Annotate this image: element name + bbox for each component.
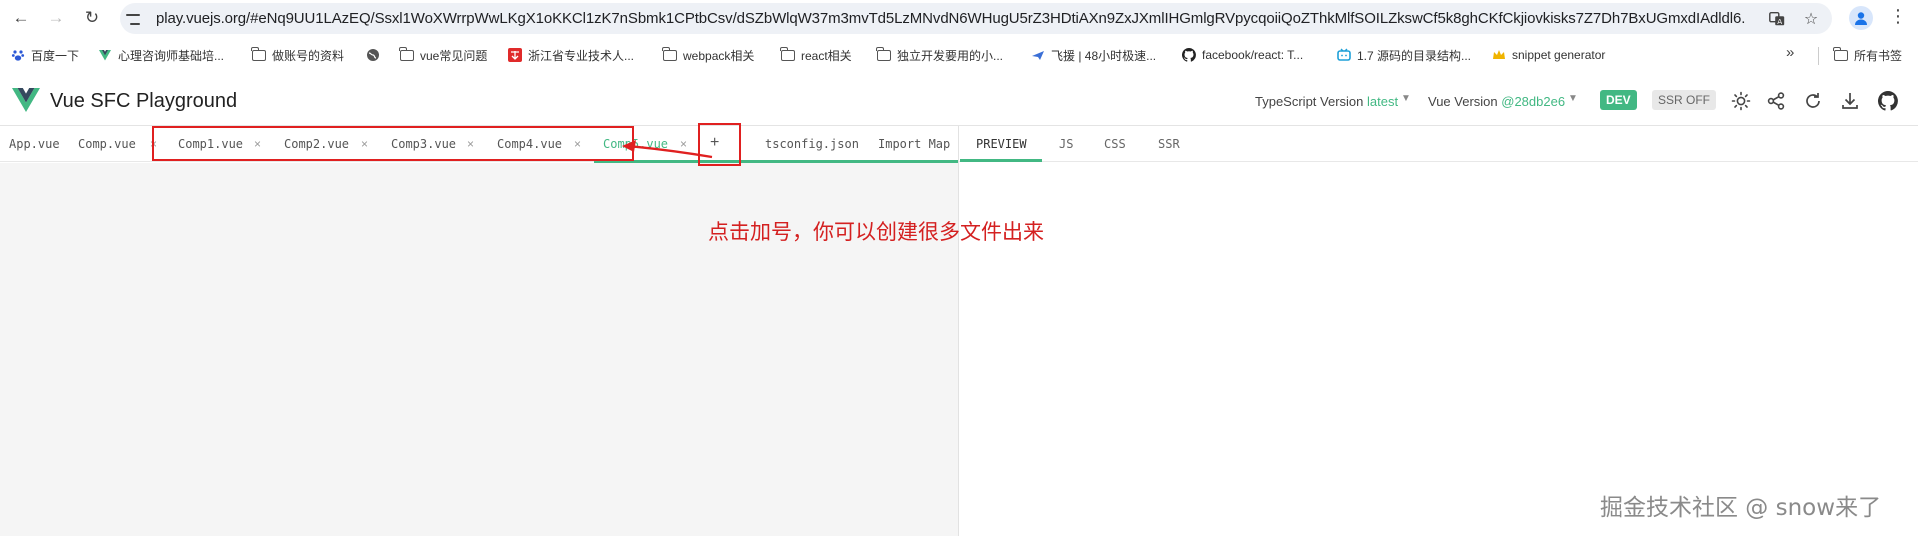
vue-logo-icon [12,88,40,112]
bookmark-label: 浙江省专业技术人... [528,48,635,63]
app-header: Vue SFC Playground TypeScript Version la… [0,76,1918,126]
bookmark-label: 1.7 源码的目录结构... [1357,48,1472,63]
bookmark-item[interactable]: 心理咨询师基础培... [98,45,224,65]
bookmark-label: vue常见问题 [420,48,488,63]
vue-version-select[interactable]: Vue Version @28db2e6 [1428,94,1565,109]
site-settings-icon[interactable] [126,10,144,28]
theme-sun-icon[interactable] [1729,89,1753,113]
bookmark-item[interactable]: facebook/react: T... [1182,45,1303,65]
typescript-version-select[interactable]: TypeScript Version latest [1255,94,1398,109]
profile-avatar-icon[interactable] [1849,6,1873,30]
github-icon [1182,48,1196,62]
red-badge-icon [508,48,522,62]
bookmark-item[interactable]: 百度一下 [11,45,79,65]
bookmark-item[interactable]: 浙江省专业技术人... [508,45,634,65]
browser-menu-icon[interactable]: ⋮ [1888,6,1908,30]
address-bar[interactable]: play.vuejs.org/#eNq9UU1LAzEQ/Ssxl1WoXWrr… [120,3,1832,34]
all-bookmarks[interactable]: 所有书签 [1833,45,1903,65]
folder-icon [1833,46,1848,62]
bookmark-item[interactable]: snippet generator [1492,45,1605,65]
bookmark-item[interactable]: 飞援 | 48小时极速... [1031,45,1156,65]
dev-toggle[interactable]: DEV [1600,90,1637,110]
tsconfig-tab[interactable]: tsconfig.json [765,137,859,151]
reload-icon[interactable]: ↻ [79,5,105,31]
download-icon[interactable] [1838,89,1862,113]
bookmark-item[interactable] [366,45,386,65]
bookmarks-divider [1818,47,1819,65]
paw-icon [11,48,25,62]
share-icon[interactable] [1764,89,1788,113]
annotation-tabs-box [152,126,634,161]
folder-icon [780,46,795,62]
ts-version-value: latest [1367,94,1399,109]
annotation-text: 点击加号，你可以创建很多文件出来 [708,220,1044,244]
bookmark-label: 百度一下 [31,48,80,63]
ssr-toggle[interactable]: SSR OFF [1652,90,1717,110]
bookmark-label: 飞援 | 48小时极速... [1051,48,1157,63]
more-bookmarks-icon[interactable]: » [1786,44,1794,61]
vue-version-label: Vue Version [1428,94,1498,109]
bookmark-item[interactable]: 独立开发要用的小... [876,45,1004,65]
bookmark-item[interactable]: 做账号的资料 [251,45,345,65]
bookmark-label: snippet generator [1512,48,1606,62]
vue-version-value: @28db2e6 [1501,94,1566,109]
forward-arrow-icon[interactable]: → [43,5,69,31]
plane-icon [1031,48,1045,62]
bookmark-item[interactable]: webpack相关 [662,45,755,65]
browser-toolbar: ← → ↻ play.vuejs.org/#eNq9UU1LAzEQ/Ssxl1… [0,0,1918,36]
bookmark-label: 做账号的资料 [272,48,345,63]
folder-icon [876,46,891,62]
tab-preview[interactable]: PREVIEW [976,137,1027,151]
globe-icon [366,48,380,62]
app-title: Vue SFC Playground [50,90,238,112]
tab-css[interactable]: CSS [1104,137,1126,151]
bookmarks-bar: 百度一下 心理咨询师基础培... 做账号的资料 vue常见问题 浙江省专业技术人… [0,40,1918,70]
bookmark-label: 独立开发要用的小... [897,48,1004,63]
reload-sandbox-icon[interactable] [1801,89,1825,113]
folder-icon [662,46,677,62]
bookmark-label: react相关 [801,48,852,63]
chevron-down-icon[interactable]: ▼ [1401,93,1411,104]
annotation-add-box [698,123,741,166]
tv-icon [1337,48,1351,62]
url-text[interactable]: play.vuejs.org/#eNq9UU1LAzEQ/Ssxl1WoXWrr… [156,10,1746,27]
bookmark-label: 所有书签 [1854,48,1903,63]
output-tabs-bar: PREVIEW JS CSS SSR [959,126,1918,162]
bookmark-label: facebook/react: T... [1202,48,1304,62]
vue-logo-icon [98,48,112,62]
tab-js[interactable]: JS [1059,137,1073,151]
bookmark-label: 心理咨询师基础培... [118,48,225,63]
preview-tab-indicator [960,159,1042,162]
bookmark-item[interactable]: react相关 [780,45,852,65]
ts-version-label: TypeScript Version [1255,94,1364,109]
bookmark-star-icon[interactable]: ☆ [1800,8,1822,30]
preview-pane [959,163,1918,536]
folder-icon [251,46,266,62]
chevron-down-icon[interactable]: ▼ [1568,93,1578,104]
bookmark-item[interactable]: vue常见问题 [399,45,488,65]
file-tab-app-vue[interactable]: App.vue [9,137,60,151]
github-icon[interactable] [1876,89,1900,113]
tab-ssr[interactable]: SSR [1158,137,1180,151]
bookmark-label: webpack相关 [683,48,755,63]
bookmark-item[interactable]: 1.7 源码的目录结构... [1337,45,1471,65]
watermark: 掘金技术社区 @ snow来了 [1600,495,1882,521]
svg-text:A: A [1777,17,1782,26]
file-tab-comp-vue[interactable]: Comp.vue [78,137,136,151]
close-icon[interactable]: × [680,137,687,151]
folder-icon [399,46,414,62]
back-arrow-icon[interactable]: ← [8,5,34,31]
crown-icon [1492,48,1506,62]
import-map-tab[interactable]: Import Map [878,137,950,151]
translate-icon[interactable]: A [1766,8,1788,30]
